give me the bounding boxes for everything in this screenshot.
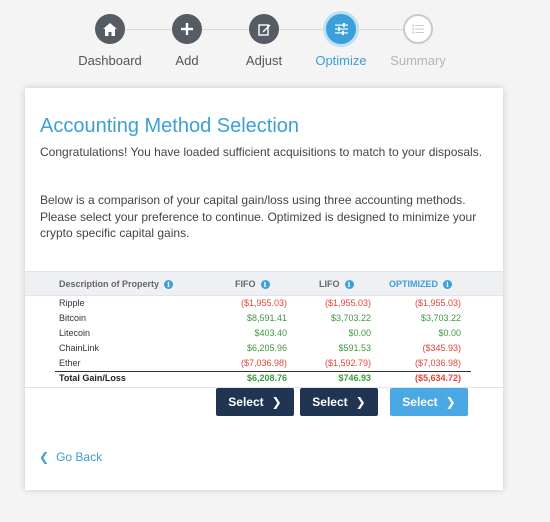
select-lifo-button[interactable]: Select ❯ [300,388,378,416]
table-row: Ether ($7,036.98) ($1,592.79) ($7,036.98… [25,356,503,371]
table-row: ChainLink $6,205.96 $591.53 ($345.93) [25,341,503,356]
chevron-right-icon: ❯ [271,395,282,409]
cell-description: Bitcoin [59,313,87,323]
cell-lifo: ($1,592.79) [324,358,371,368]
progress-stepper: Dashboard Add Adjust Optimize Summary [70,14,460,68]
plus-icon [172,14,202,44]
select-fifo-button[interactable]: Select ❯ [216,388,294,416]
home-icon [95,14,125,44]
cell-description: Total Gain/Loss [59,373,126,383]
table-row: Ripple ($1,955.03) ($1,955.03) ($1,955.0… [25,296,503,311]
info-icon[interactable]: i [443,279,452,289]
step-add[interactable]: Add [147,14,227,68]
cell-fifo: $403.40 [254,328,287,338]
cell-optimized: ($345.93) [422,343,461,353]
edit-icon [249,14,279,44]
select-lifo-label: Select [312,395,348,409]
step-label: Adjust [245,53,283,68]
cell-fifo-total: $6,208.76 [246,373,287,383]
go-back-link[interactable]: ❮ Go Back [39,450,102,464]
header-fifo-label: FIFO [235,279,256,289]
cell-lifo: $591.53 [338,343,371,353]
cell-fifo: $8,591.41 [246,313,287,323]
chevron-right-icon: ❯ [355,395,366,409]
comparison-table: Description of Property i FIFO i LIFO i … [25,271,503,388]
select-optimized-button[interactable]: Select ❯ [390,388,468,416]
cell-optimized: $0.00 [438,328,461,338]
cell-fifo: $6,205.96 [246,343,287,353]
select-optimized-label: Select [402,395,438,409]
header-optimized: OPTIMIZED i [389,279,452,289]
step-label: Summary [390,53,446,68]
header-fifo: FIFO i [235,279,270,289]
cell-optimized-total: ($5,634.72) [414,373,461,383]
step-label: Add [175,53,199,68]
page-title: Accounting Method Selection [40,115,300,137]
cell-lifo: $3,703.22 [330,313,371,323]
cell-description: Ripple [59,298,85,308]
cell-description: ChainLink [59,343,100,353]
step-optimize[interactable]: Optimize [301,14,381,68]
header-lifo: LIFO i [319,279,354,289]
table-row: Bitcoin $8,591.41 $3,703.22 $3,703.22 [25,311,503,326]
header-description: Description of Property i [59,279,174,289]
cell-description: Ether [59,358,81,368]
chevron-left-icon: ❮ [39,450,50,464]
info-icon[interactable]: i [260,279,270,289]
intro-text: Congratulations! You have loaded suffici… [40,145,483,159]
step-dashboard[interactable]: Dashboard [70,14,150,68]
info-icon[interactable]: i [164,279,174,289]
cell-fifo: ($7,036.98) [240,358,287,368]
step-adjust[interactable]: Adjust [224,14,304,68]
select-fifo-label: Select [228,395,264,409]
cell-lifo-total: $746.93 [338,373,371,383]
cell-fifo: ($1,955.03) [240,298,287,308]
header-lifo-label: LIFO [319,279,340,289]
info-icon[interactable]: i [344,279,354,289]
cell-optimized: ($1,955.03) [414,298,461,308]
header-description-label: Description of Property [59,279,160,289]
description-text: Below is a comparison of your capital ga… [40,193,477,240]
cell-description: Litecoin [59,328,91,338]
list-icon [403,14,433,44]
cell-lifo: $0.00 [348,328,371,338]
step-label: Dashboard [78,53,142,68]
table-header: Description of Property i FIFO i LIFO i … [25,271,503,296]
chevron-right-icon: ❯ [445,395,456,409]
table-row: Litecoin $403.40 $0.00 $0.00 [25,326,503,341]
cell-lifo: ($1,955.03) [324,298,371,308]
cell-optimized: $3,703.22 [420,313,461,323]
step-summary[interactable]: Summary [378,14,458,68]
total-row: Total Gain/Loss $6,208.76 $746.93 ($5,63… [25,371,503,386]
total-divider [55,371,471,372]
table-body: Ripple ($1,955.03) ($1,955.03) ($1,955.0… [25,296,503,386]
accounting-method-card: Accounting Method Selection Congratulati… [25,88,503,490]
sliders-icon [326,14,356,44]
cell-optimized: ($7,036.98) [414,358,461,368]
step-label: Optimize [315,53,367,68]
go-back-label: Go Back [56,450,103,464]
header-optimized-label: OPTIMIZED [389,279,438,289]
